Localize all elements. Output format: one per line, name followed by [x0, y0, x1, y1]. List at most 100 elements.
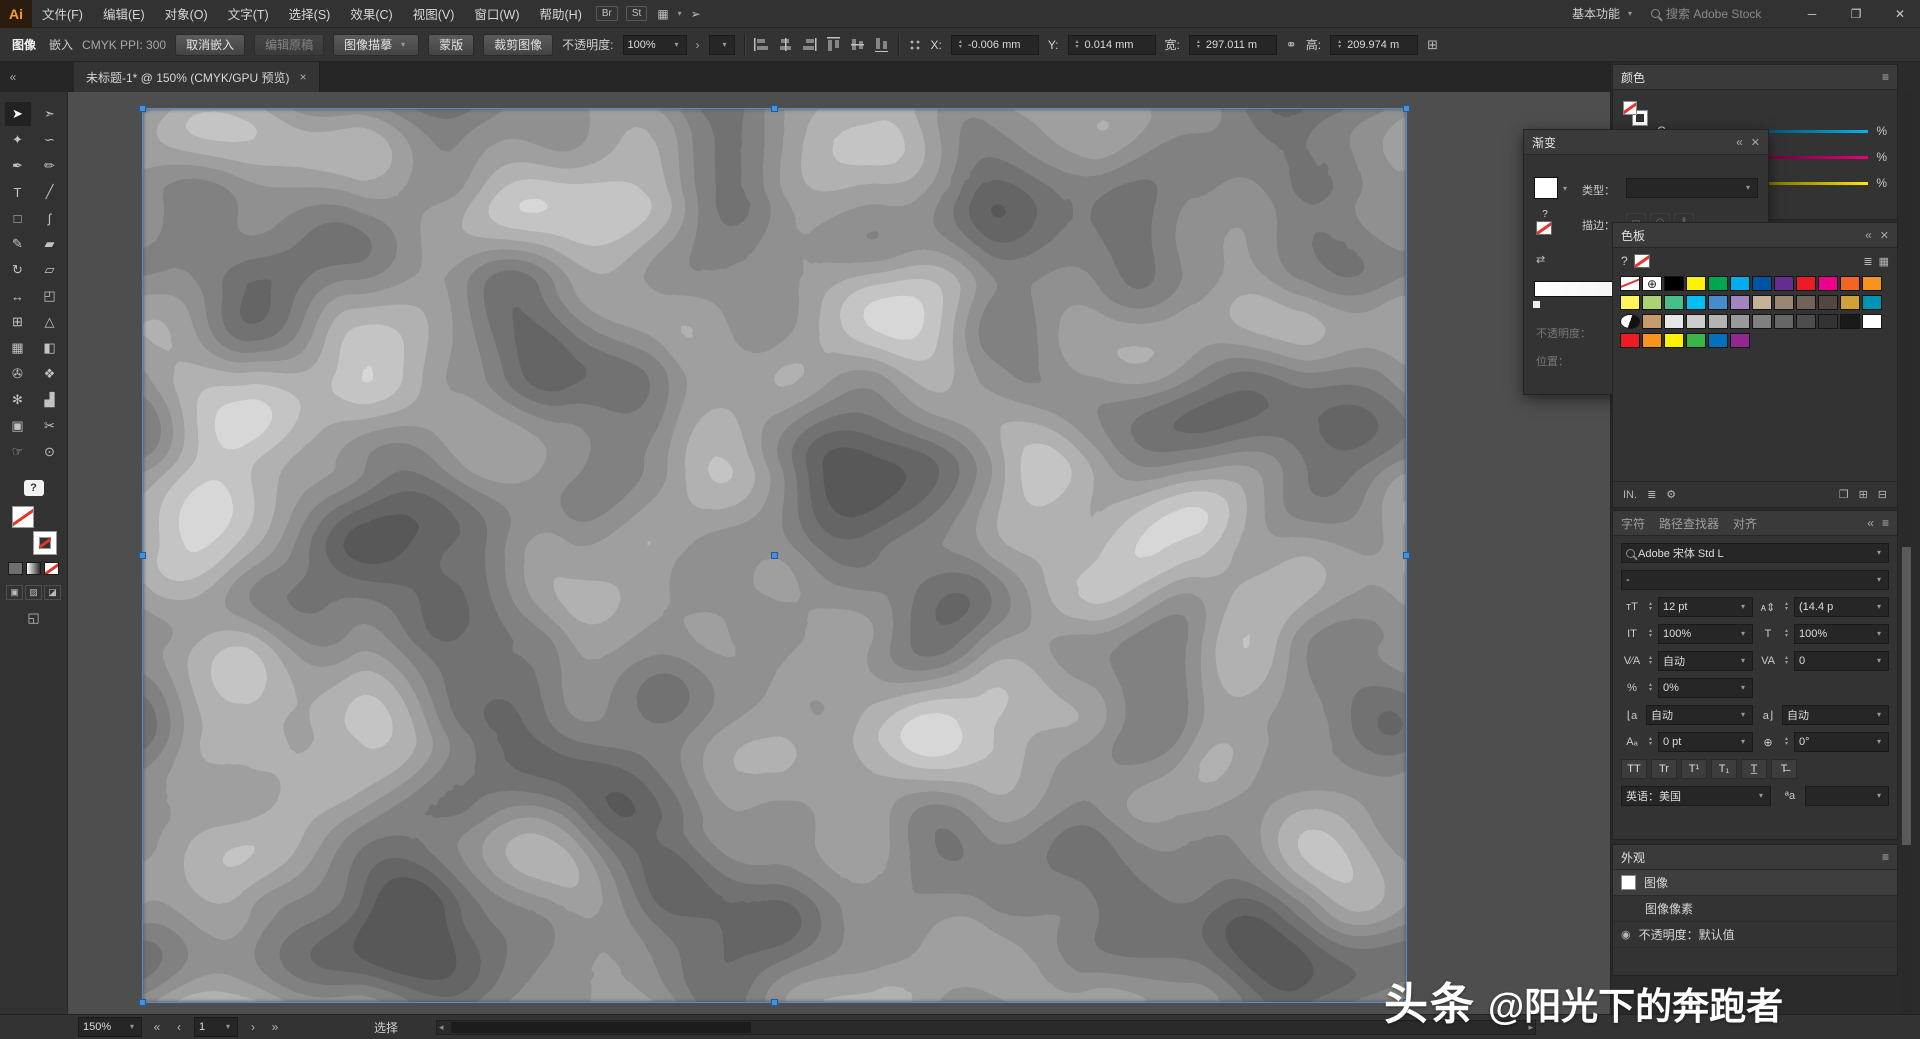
swatch[interactable] — [1664, 314, 1684, 329]
swatch[interactable] — [1730, 314, 1750, 329]
swatch-kinds-icon[interactable] — [1647, 488, 1656, 501]
gradient-stop[interactable] — [1532, 300, 1541, 309]
tab-close-icon[interactable] — [300, 70, 307, 84]
selection-handle[interactable] — [1403, 552, 1410, 559]
placed-image[interactable] — [143, 109, 1406, 1002]
type-style-toggle[interactable]: T̶ — [1771, 759, 1797, 779]
swatch[interactable] — [1730, 295, 1750, 310]
draw-normal-icon[interactable] — [6, 585, 23, 600]
swatch[interactable] — [1664, 295, 1684, 310]
stepper[interactable] — [1646, 602, 1655, 612]
align-right-icon[interactable] — [802, 38, 817, 51]
panel-tab[interactable]: 对齐 — [1733, 515, 1757, 532]
swatch[interactable] — [1774, 314, 1794, 329]
eyedropper-tool[interactable] — [5, 362, 31, 386]
restore-icon[interactable] — [1842, 0, 1870, 28]
selection-handle[interactable] — [771, 105, 778, 112]
menu-edit[interactable]: 编辑(E) — [93, 0, 155, 28]
menu-select[interactable]: 选择(S) — [279, 0, 341, 28]
image-trace-button[interactable]: 图像描摹 — [333, 34, 419, 56]
menu-object[interactable]: 对象(O) — [155, 0, 218, 28]
chevron-down-icon[interactable] — [1560, 185, 1570, 193]
first-artboard-icon[interactable] — [150, 1020, 164, 1034]
panel-menu-icon[interactable] — [1882, 850, 1889, 864]
gradient-fill-proxy[interactable]: ? — [1536, 209, 1554, 235]
stepper[interactable] — [1073, 40, 1082, 50]
vertical-scale-field[interactable]: 100% — [1658, 624, 1753, 644]
stepper[interactable] — [1646, 629, 1655, 639]
stepper[interactable] — [1782, 737, 1791, 747]
bridge-badge[interactable]: Br — [596, 6, 618, 21]
horizontal-scale-field[interactable]: 100% — [1794, 624, 1889, 644]
swatch[interactable] — [1642, 295, 1662, 310]
swatch[interactable] — [1620, 333, 1640, 348]
swatch[interactable] — [1708, 276, 1728, 291]
symbol-sprayer-tool[interactable] — [5, 388, 31, 412]
collapse-icon[interactable] — [1867, 516, 1874, 530]
stepper[interactable] — [1194, 40, 1203, 50]
draw-inside-icon[interactable] — [44, 585, 61, 600]
swatch[interactable] — [1686, 314, 1706, 329]
selection-handle[interactable] — [139, 105, 146, 112]
line-segment-tool[interactable] — [37, 180, 63, 204]
panel-tab[interactable]: 字符 — [1621, 515, 1645, 532]
vertical-scrollbar[interactable] — [1901, 92, 1912, 1014]
rotate-tool[interactable] — [5, 258, 31, 282]
menu-file[interactable]: 文件(F) — [32, 0, 93, 28]
swatch[interactable] — [1620, 314, 1640, 329]
collapse-toolbar-icon[interactable] — [10, 70, 17, 84]
column-graph-tool[interactable] — [37, 388, 63, 412]
grid-view-icon[interactable] — [1879, 255, 1889, 268]
last-artboard-icon[interactable] — [268, 1020, 282, 1034]
swatch[interactable] — [1642, 314, 1662, 329]
stepper[interactable] — [1335, 40, 1344, 50]
swatch[interactable] — [1642, 276, 1662, 291]
opacity-flyout-icon[interactable] — [696, 38, 700, 52]
zoom-level-dropdown[interactable]: 150% — [78, 1017, 142, 1037]
swatch[interactable] — [1620, 295, 1640, 310]
stepper[interactable] — [1646, 737, 1655, 747]
swatch[interactable] — [1708, 314, 1728, 329]
type-style-toggle[interactable]: Tr — [1651, 759, 1677, 779]
horizontal-scrollbar-thumb[interactable] — [451, 1022, 751, 1033]
menu-effect[interactable]: 效果(C) — [340, 0, 402, 28]
swatch[interactable] — [1796, 276, 1816, 291]
close-icon[interactable] — [1880, 229, 1889, 242]
swatch[interactable] — [1752, 314, 1772, 329]
type-style-toggle[interactable]: T¹ — [1681, 759, 1707, 779]
y-field[interactable]: 0.014 mm — [1068, 35, 1156, 55]
stock-search[interactable] — [1651, 7, 1782, 21]
menu-window[interactable]: 窗口(W) — [464, 0, 529, 28]
document-tab[interactable]: 未标题-1* @ 150% (CMYK/GPU 预览) — [74, 62, 320, 92]
swatch[interactable] — [1796, 314, 1816, 329]
swatch[interactable] — [1840, 295, 1860, 310]
artboard-number-dropdown[interactable]: 1 — [194, 1017, 238, 1037]
swatch[interactable] — [1752, 276, 1772, 291]
style-dropdown[interactable] — [709, 35, 735, 55]
menu-type[interactable]: 文字(T) — [218, 0, 279, 28]
paintbrush-tool[interactable] — [37, 206, 63, 230]
minimize-icon[interactable] — [1798, 0, 1826, 28]
vertical-scrollbar-thumb[interactable] — [1902, 547, 1911, 845]
selection-tool[interactable] — [5, 102, 31, 126]
selection-handle[interactable] — [139, 999, 146, 1006]
swatch[interactable] — [1708, 333, 1728, 348]
swatch[interactable] — [1862, 276, 1882, 291]
width-tool[interactable] — [5, 284, 31, 308]
rectangle-tool[interactable] — [5, 206, 31, 230]
canvas[interactable] — [68, 92, 1610, 1014]
swatch-libraries-icon[interactable] — [1623, 489, 1637, 501]
insert-space-left-field[interactable]: 自动 — [1646, 705, 1753, 725]
swatch[interactable] — [1752, 295, 1772, 310]
pen-tool[interactable] — [5, 154, 31, 178]
new-swatch-icon[interactable] — [1859, 488, 1868, 501]
panel-menu-icon[interactable] — [1882, 70, 1889, 84]
transform-panel-icon[interactable] — [1427, 37, 1438, 53]
curvature-tool[interactable] — [37, 154, 63, 178]
swatch[interactable] — [1686, 276, 1706, 291]
color-button[interactable] — [8, 562, 23, 575]
none-swatch[interactable] — [1634, 254, 1650, 268]
color-panel-header[interactable]: 颜色 — [1613, 65, 1897, 90]
leading-field[interactable]: (14.4 p — [1794, 597, 1889, 617]
horizontal-scrollbar[interactable] — [436, 1020, 1536, 1035]
